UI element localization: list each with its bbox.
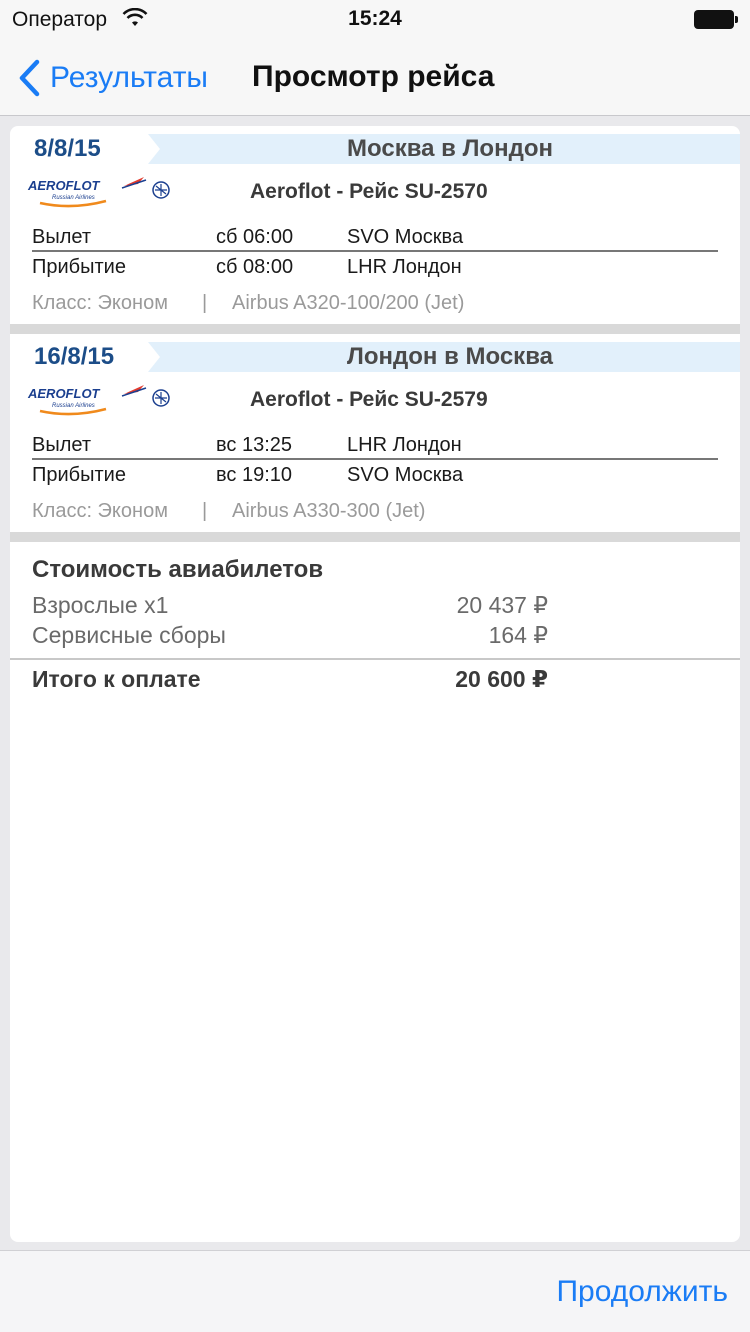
segment-route: Лондон в Москва (347, 343, 553, 370)
class-separator: | (202, 500, 208, 522)
arrival-row: Прибытие вс 19:10 SVO Москва (32, 460, 718, 490)
segment-header: 8/8/15 Москва в Лондон (10, 134, 740, 164)
airline-row: AEROFLOT Russian Airlines Aeroflot - Рей… (10, 372, 740, 430)
chevron-left-icon (19, 59, 40, 97)
segment-date: 16/8/15 (10, 342, 148, 372)
clock: 15:24 (348, 7, 402, 30)
navigation-bar: Результаты Просмотр рейса (0, 40, 750, 116)
departure-label: Вылет (32, 434, 92, 456)
status-bar: Оператор 15:24 (0, 0, 750, 40)
back-button-label: Результаты (50, 61, 208, 94)
departure-time: вс 13:25 (216, 434, 293, 456)
arrival-airport: LHR Лондон (347, 256, 462, 278)
flight-number: Aeroflot - Рейс SU-2570 (250, 180, 488, 203)
flight-segment: 8/8/15 Москва в Лондон AEROFLOT Russian … (10, 134, 740, 324)
total-value: 20 600 ₽ (455, 666, 548, 692)
flight-segment: 16/8/15 Лондон в Москва AEROFLOT Russian… (10, 342, 740, 532)
cabin-class: Класс: Эконом (32, 292, 168, 314)
departure-airport: LHR Лондон (347, 434, 462, 456)
departure-label: Вылет (32, 226, 92, 248)
back-button[interactable]: Результаты (18, 56, 208, 100)
segment-date-arrow (148, 342, 160, 372)
class-row: Класс: Эконом | Airbus A320-100/200 (Jet… (32, 282, 718, 324)
aircraft-type: Airbus A330-300 (Jet) (232, 500, 426, 522)
departure-airport: SVO Москва (347, 226, 464, 248)
arrival-row: Прибытие сб 08:00 LHR Лондон (32, 252, 718, 282)
cabin-class: Класс: Эконом (32, 500, 168, 522)
aircraft-type: Airbus A320-100/200 (Jet) (232, 292, 465, 314)
svg-text:AEROFLOT: AEROFLOT (27, 178, 101, 193)
price-label: Сервисные сборы (32, 622, 226, 648)
flight-number: Aeroflot - Рейс SU-2579 (250, 388, 488, 411)
svg-text:AEROFLOT: AEROFLOT (27, 386, 101, 401)
segment-route: Москва в Лондон (347, 135, 553, 162)
arrival-airport: SVO Москва (347, 464, 464, 486)
segment-date-arrow (148, 134, 160, 164)
total-label: Итого к оплате (32, 666, 201, 692)
price-row-fees: Сервисные сборы 164 ₽ (10, 620, 740, 650)
page-title: Просмотр рейса (252, 60, 495, 93)
price-value: 164 ₽ (488, 622, 548, 648)
total-row: Итого к оплате 20 600 ₽ (10, 660, 740, 704)
arrival-label: Прибытие (32, 256, 126, 278)
departure-row: Вылет сб 06:00 SVO Москва (32, 222, 718, 252)
section-divider (10, 324, 740, 334)
svg-text:Russian Airlines: Russian Airlines (52, 195, 95, 201)
segment-header: 16/8/15 Лондон в Москва (10, 342, 740, 372)
continue-button[interactable]: Продолжить (556, 1275, 728, 1309)
price-label: Взрослые x1 (32, 592, 169, 618)
section-divider (10, 532, 740, 542)
price-value: 20 437 ₽ (456, 592, 548, 618)
flight-details-card: 8/8/15 Москва в Лондон AEROFLOT Russian … (10, 126, 740, 1242)
segment-date: 8/8/15 (10, 134, 148, 164)
price-summary-title: Стоимость авиабилетов (32, 556, 324, 583)
bottom-toolbar: Продолжить (0, 1250, 750, 1332)
battery-icon (694, 10, 738, 29)
svg-text:Russian Airlines: Russian Airlines (52, 403, 95, 409)
arrival-label: Прибытие (32, 464, 126, 486)
price-row-adults: Взрослые x1 20 437 ₽ (10, 590, 740, 620)
aeroflot-logo: AEROFLOT Russian Airlines (27, 385, 170, 416)
aeroflot-logo: AEROFLOT Russian Airlines (27, 177, 170, 208)
class-row: Класс: Эконом | Airbus A330-300 (Jet) (32, 490, 718, 532)
arrival-time: сб 08:00 (216, 256, 294, 278)
departure-row: Вылет вс 13:25 LHR Лондон (32, 430, 718, 460)
departure-time: сб 06:00 (216, 226, 294, 248)
airline-row: AEROFLOT Russian Airlines Aeroflot - Рей… (10, 164, 740, 222)
price-summary: Стоимость авиабилетов Взрослые x1 20 437… (10, 542, 740, 704)
arrival-time: вс 19:10 (216, 464, 293, 486)
class-separator: | (202, 292, 208, 314)
